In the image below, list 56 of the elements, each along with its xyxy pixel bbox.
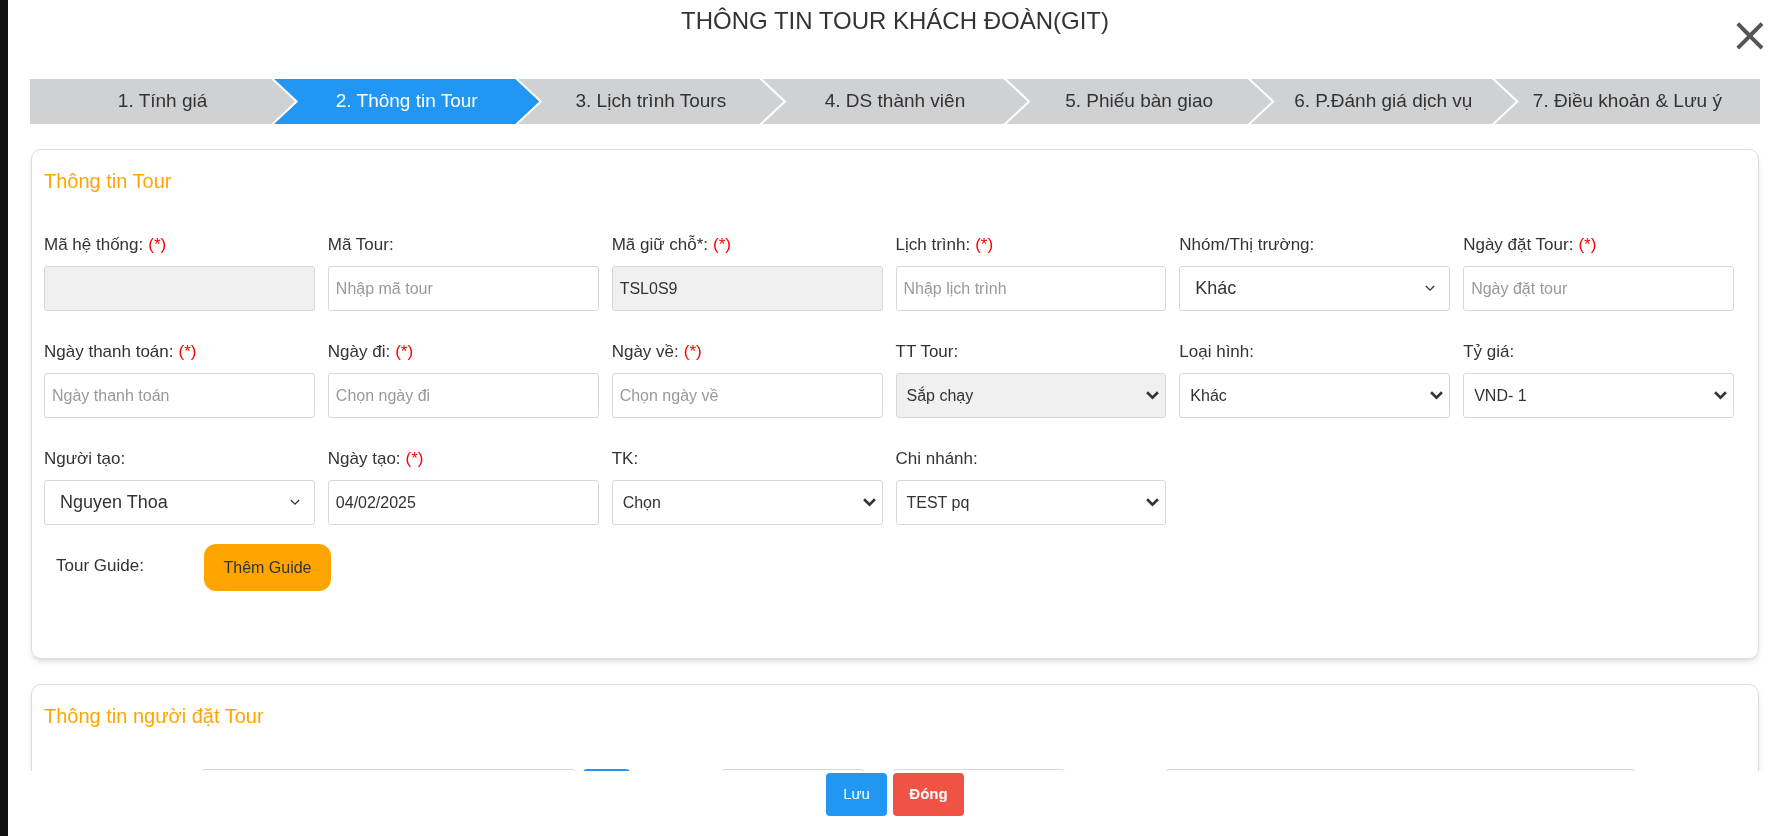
- required-mark: (*): [395, 341, 414, 364]
- step-tab[interactable]: 7. Điều khoản & Lưu ý: [1494, 79, 1760, 124]
- field-label: Lịch trình:: [895, 234, 971, 257]
- field-label: Ngày tạo:: [327, 448, 401, 471]
- chevron-down-icon: [1714, 391, 1727, 400]
- field-label: Chi nhánh:: [895, 448, 978, 471]
- field-label: Ngày đi:: [327, 341, 391, 364]
- dropdown[interactable]: Chọn: [611, 480, 883, 525]
- field-label: TT Tour:: [895, 341, 959, 364]
- step-tab[interactable]: 6. P.Đánh giá dịch vụ: [1250, 79, 1516, 124]
- input-field[interactable]: 04/02/2025: [327, 480, 599, 525]
- section-title: Thông tin Tour: [44, 170, 172, 192]
- chevron-down-icon: [862, 498, 876, 507]
- step-tab[interactable]: 4. DS thành viên: [762, 79, 1028, 124]
- field-label: Loại hình:: [1179, 341, 1254, 364]
- dropdown[interactable]: VND- 1: [1463, 373, 1734, 418]
- field-label: Ngày đặt Tour:: [1463, 234, 1574, 257]
- input-field[interactable]: Ngày thanh toán: [44, 373, 315, 418]
- step-tab[interactable]: 1. Tính giá: [30, 79, 296, 124]
- input-field[interactable]: Ngày đặt tour: [1463, 266, 1734, 311]
- input-field[interactable]: Chọn ngày đi: [327, 373, 599, 418]
- chevron-down-icon: [1146, 498, 1160, 507]
- required-mark: (*): [975, 234, 994, 257]
- dropdown[interactable]: Khác: [1179, 266, 1451, 311]
- dropdown[interactable]: Nguyen Thoa: [44, 480, 315, 525]
- field-label: Mã giữ chỗ*:: [611, 234, 709, 257]
- chevron-down-icon: [289, 499, 300, 506]
- field-label: Ngày về:: [611, 341, 679, 364]
- field-label: Tỷ giá:: [1463, 341, 1515, 364]
- field-label: Người tạo:: [44, 448, 126, 471]
- dropdown[interactable]: TEST pq: [895, 480, 1167, 525]
- field-label: Nhóm/Thị trường:: [1179, 234, 1315, 257]
- close-button[interactable]: ×: [1729, 10, 1770, 58]
- add-guide-button[interactable]: Thêm Guide: [204, 544, 331, 591]
- step-tab[interactable]: 3. Lịch trình Tours: [518, 79, 784, 124]
- required-mark: (*): [713, 234, 732, 257]
- dropdown[interactable]: Khác: [1179, 373, 1451, 418]
- required-mark: (*): [148, 234, 167, 257]
- field-label: TK:: [611, 448, 639, 471]
- step-tab[interactable]: 5. Phiếu bàn giao: [1006, 79, 1272, 124]
- required-mark: (*): [405, 448, 424, 471]
- required-mark: (*): [683, 341, 702, 364]
- required-mark: (*): [178, 341, 197, 364]
- chevron-down-icon: [1425, 285, 1436, 292]
- input-field[interactable]: Nhập mã tour: [327, 266, 599, 311]
- section-title: Thông tin người đặt Tour: [44, 705, 264, 727]
- chevron-down-icon: [1146, 391, 1160, 400]
- window-title: THÔNG TIN TOUR KHÁCH ĐOÀN(GIT): [681, 6, 1109, 36]
- field-label: Mã hệ thống:: [44, 234, 144, 257]
- field-label: Ngày thanh toán:: [44, 341, 174, 364]
- field-label: Tour Guide:: [56, 554, 145, 577]
- input-field[interactable]: Chọn ngày về: [611, 373, 883, 418]
- chevron-down-icon: [1430, 391, 1444, 400]
- required-mark: (*): [1578, 234, 1597, 257]
- field-label: Mã Tour:: [327, 234, 394, 257]
- input-field[interactable]: Nhập lịch trình: [895, 266, 1167, 311]
